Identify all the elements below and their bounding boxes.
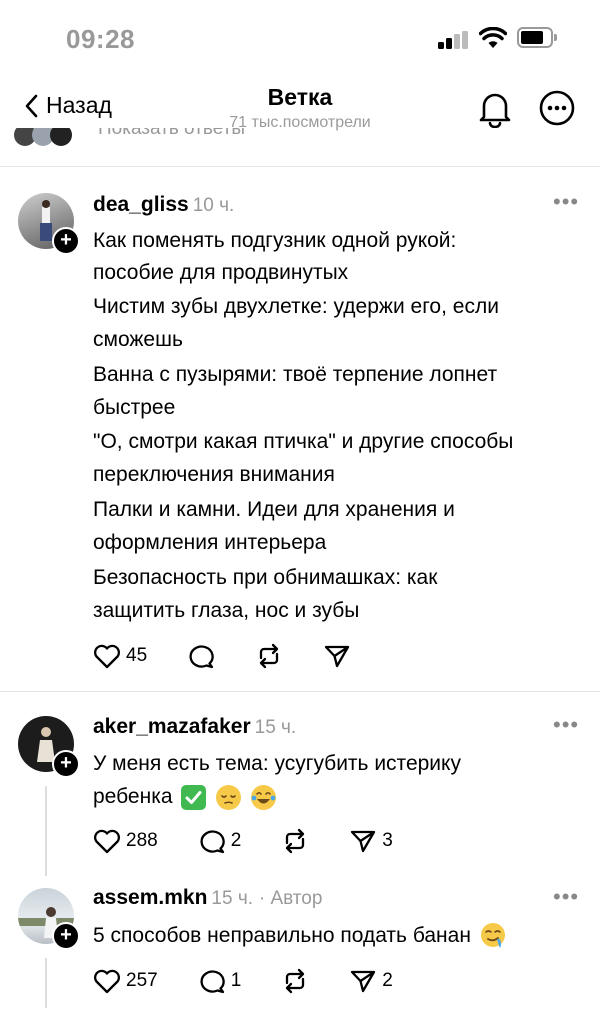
- share-button[interactable]: 3: [349, 828, 393, 854]
- share-button[interactable]: [323, 643, 351, 669]
- pensive-face-emoji: [216, 784, 242, 810]
- post-header: aker_mazafaker 15 ч.: [93, 715, 296, 739]
- reply-avatar: [50, 128, 72, 146]
- post-text-line: Палки и камни. Идеи для хранения и: [93, 498, 455, 521]
- send-icon: [324, 645, 350, 668]
- follow-plus-icon[interactable]: +: [52, 750, 80, 778]
- repost-button[interactable]: [281, 968, 309, 994]
- post-actions: 288 2 3: [93, 826, 433, 856]
- divider: [0, 691, 600, 692]
- post-text-line: У меня есть тема: усугубить истерику: [93, 752, 461, 775]
- repost-icon: [286, 828, 305, 854]
- comment-button[interactable]: [187, 643, 215, 669]
- share-count: 2: [382, 970, 393, 991]
- heart-icon: [94, 829, 120, 854]
- post-text-line: оформления интерьера: [93, 531, 327, 554]
- comment-button[interactable]: 2: [198, 828, 242, 854]
- like-count: 288: [126, 830, 158, 851]
- repost-icon: [286, 968, 305, 994]
- comment-count: 2: [230, 830, 242, 851]
- thread-line: [45, 958, 47, 1008]
- username[interactable]: assem.mkn: [93, 886, 207, 909]
- post-text-line: Чистим зубы двухлетке: удержи его, если: [93, 295, 499, 318]
- more-options-icon[interactable]: [539, 90, 575, 126]
- post-menu-icon[interactable]: •••: [553, 884, 579, 910]
- follow-plus-icon[interactable]: +: [52, 922, 80, 950]
- post-time: 15 ч.: [211, 888, 253, 909]
- follow-plus-icon[interactable]: +: [52, 227, 80, 255]
- post-text-line: Безопасность при обнимашках: как: [93, 566, 438, 589]
- post-header: assem.mkn 15 ч. · Автор: [93, 886, 322, 910]
- post-text-line: пособие для продвинутых: [93, 261, 349, 284]
- post-text-line: переключения внимания: [93, 463, 335, 486]
- post-time: 10 ч.: [192, 195, 235, 216]
- share-button[interactable]: 2: [349, 968, 393, 994]
- post-text: ребенка: [93, 785, 173, 808]
- repost-icon: [259, 643, 279, 669]
- comment-icon: [200, 970, 225, 994]
- repost-button[interactable]: [255, 643, 283, 669]
- send-icon: [351, 970, 376, 993]
- like-count: 257: [126, 970, 158, 991]
- post-text-line: защитить глаза, нос и зубы: [93, 599, 360, 622]
- repost-button[interactable]: [281, 828, 309, 854]
- thread-line: [45, 786, 47, 876]
- username[interactable]: dea_gliss: [93, 193, 189, 216]
- post-text: 5 способов неправильно подать банан: [93, 924, 471, 947]
- heart-icon: [94, 969, 120, 994]
- post-header: dea_gliss 10 ч.: [93, 193, 234, 217]
- post-menu-icon[interactable]: •••: [553, 712, 579, 738]
- post-text-line: сможешь: [93, 328, 183, 351]
- like-count: 45: [126, 645, 148, 666]
- divider: [0, 166, 600, 167]
- post-text-line: Как поменять подгузник одной рукой:: [93, 229, 457, 252]
- signal-icon: [438, 31, 470, 49]
- post-text-line: Ванна с пузырями: твоё терпение лопнет: [93, 363, 498, 386]
- comment-count: 1: [230, 970, 242, 991]
- like-button[interactable]: 257: [93, 968, 158, 994]
- drooling-face-emoji: [480, 923, 505, 949]
- post-text-line: "О, смотри какая птичка" и другие способ…: [93, 430, 514, 453]
- like-button[interactable]: 288: [93, 828, 158, 854]
- post-actions: 45: [93, 641, 391, 671]
- check-mark-emoji: [181, 784, 207, 810]
- laughing-tears-emoji: [251, 784, 277, 810]
- post-menu-icon[interactable]: •••: [553, 189, 579, 215]
- battery-icon: [517, 27, 557, 48]
- show-replies-link[interactable]: Показать ответы: [98, 128, 245, 140]
- wifi-icon: [479, 27, 507, 48]
- post-text-line: быстрее: [93, 396, 176, 419]
- send-icon: [351, 830, 376, 853]
- comment-icon: [189, 645, 214, 669]
- share-count: 3: [382, 830, 393, 851]
- like-button[interactable]: 45: [93, 643, 147, 669]
- heart-icon: [94, 644, 120, 669]
- username[interactable]: aker_mazafaker: [93, 715, 251, 738]
- post-text-line-2: ребенка: [93, 780, 588, 814]
- post-time: 15 ч.: [254, 717, 297, 738]
- comment-icon: [200, 830, 225, 854]
- status-time: 09:28: [66, 24, 135, 54]
- bell-icon[interactable]: [478, 90, 512, 128]
- author-tag: · Автор: [258, 888, 323, 909]
- status-bar: 09:28: [0, 0, 600, 80]
- post-text-line: 5 способов неправильно подать банан: [93, 919, 588, 953]
- show-replies-row[interactable]: Показать ответы: [0, 128, 600, 168]
- post-actions: 257 1 2: [93, 966, 433, 996]
- comment-button[interactable]: 1: [198, 968, 242, 994]
